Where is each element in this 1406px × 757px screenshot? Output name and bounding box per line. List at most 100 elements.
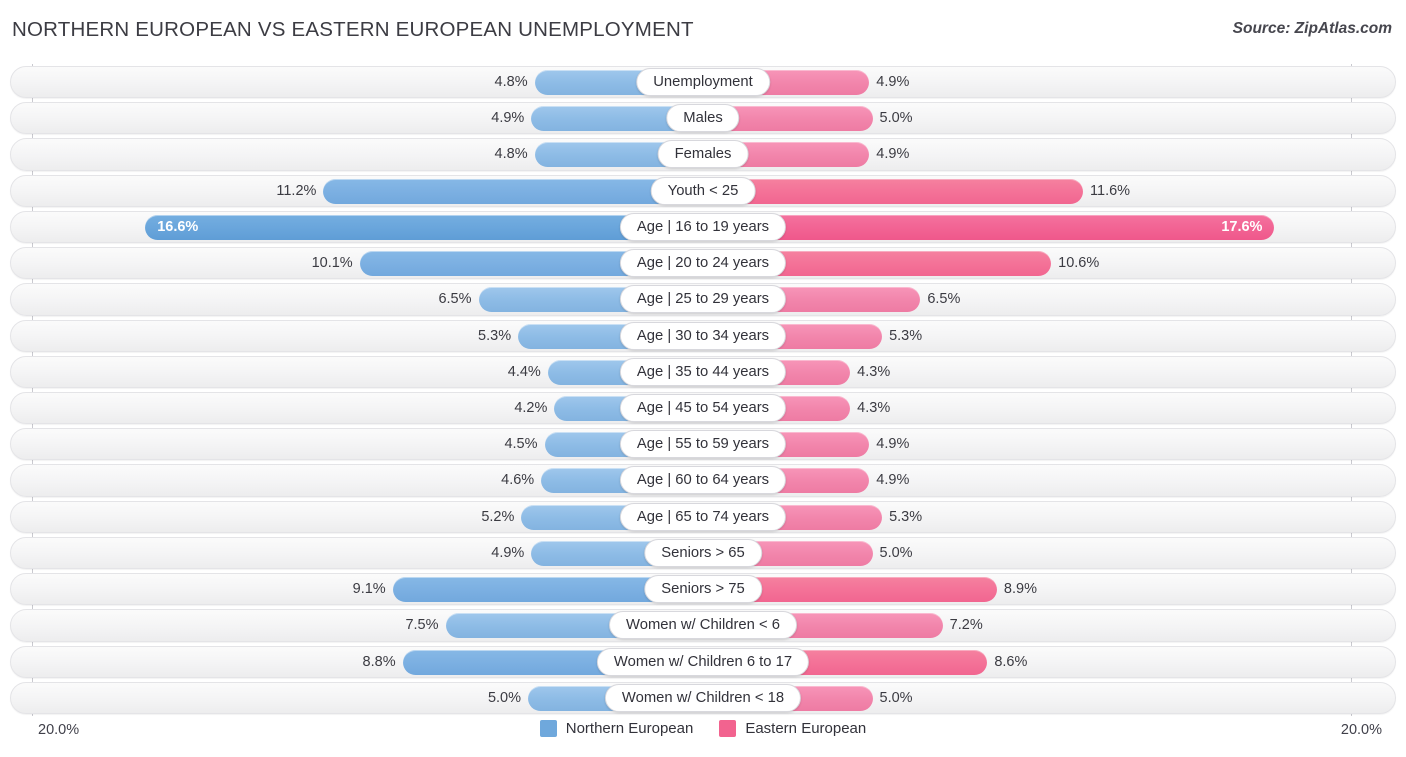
- bar-value-left: 4.9%: [491, 110, 525, 127]
- row-label-pill: Unemployment: [636, 68, 770, 96]
- bar-half-left: 6.5%: [33, 287, 693, 313]
- table-row: 4.5% 4.9% Age | 55 to 59 years: [10, 426, 1396, 462]
- row-label-pill: Age | 65 to 74 years: [619, 502, 787, 531]
- table-row: 5.3% 5.3% Age | 30 to 34 years: [10, 318, 1396, 354]
- row-label-pill: Age | 20 to 24 years: [619, 249, 787, 278]
- bar-value-right: 5.3%: [889, 327, 923, 344]
- bar-value-left: 5.0%: [487, 689, 521, 706]
- bar-value-right: 17.6%: [1221, 218, 1263, 235]
- bar-value-left: 9.1%: [352, 581, 386, 598]
- legend-item[interactable]: Eastern European: [719, 720, 866, 737]
- row-label-pill: Age | 45 to 54 years: [619, 393, 787, 422]
- row-label-pill: Age | 35 to 44 years: [619, 357, 787, 386]
- bar-northern-european[interactable]: 16.6%: [145, 214, 693, 240]
- bar-value-left: 8.8%: [362, 653, 396, 670]
- table-row: 5.2% 5.3% Age | 65 to 74 years: [10, 499, 1396, 535]
- bar-half-left: 4.6%: [33, 468, 693, 494]
- legend-label: Eastern European: [745, 720, 867, 737]
- bar-half-right: 17.6%: [713, 214, 1351, 240]
- bar-half-left: 4.9%: [33, 540, 693, 566]
- bar-half-left: 4.2%: [33, 395, 693, 421]
- bar-value-left: 5.2%: [481, 508, 515, 525]
- bar-half-left: 9.1%: [33, 577, 693, 603]
- bar-half-right: 8.9%: [713, 577, 1351, 603]
- bar-half-right: 4.9%: [713, 70, 1351, 95]
- row-label-pill: Males: [666, 104, 740, 133]
- bar-value-left: 7.5%: [405, 617, 439, 634]
- bar-half-right: 4.9%: [713, 142, 1351, 168]
- bar-value-right: 5.3%: [889, 508, 923, 525]
- bar-value-right: 4.3%: [857, 363, 891, 380]
- bar-half-left: 7.5%: [33, 613, 693, 639]
- chart-legend: Northern European Eastern European: [0, 720, 1406, 737]
- table-row: 4.9% 5.0% Males: [10, 100, 1396, 136]
- bar-value-right: 4.9%: [876, 436, 910, 453]
- table-row: 4.8% 4.9% Unemployment: [10, 64, 1396, 100]
- bar-half-right: 5.0%: [713, 540, 1351, 566]
- table-row: 10.1% 10.6% Age | 20 to 24 years: [10, 245, 1396, 281]
- bar-value-left: 16.6%: [157, 218, 199, 235]
- bar-value-right: 4.9%: [876, 74, 910, 90]
- table-row: 9.1% 8.9% Seniors > 75: [10, 571, 1396, 607]
- row-label-pill: Age | 16 to 19 years: [619, 212, 787, 241]
- bar-half-right: 5.3%: [713, 323, 1351, 349]
- bar-half-right: 11.6%: [713, 178, 1351, 204]
- table-row: 4.8% 4.9% Females: [10, 136, 1396, 172]
- bar-half-left: 4.8%: [33, 70, 693, 95]
- bar-half-left: 11.2%: [33, 178, 693, 204]
- table-row: 16.6% 17.6% Age | 16 to 19 years: [10, 209, 1396, 245]
- row-label-pill: Women w/ Children 6 to 17: [596, 647, 810, 676]
- bar-value-right: 4.9%: [876, 472, 910, 489]
- page-title: NORTHERN EUROPEAN VS EASTERN EUROPEAN UN…: [12, 18, 694, 41]
- bar-eastern-european[interactable]: 17.6%: [713, 214, 1275, 240]
- row-label-pill: Seniors > 65: [644, 538, 762, 567]
- bar-value-left: 4.5%: [504, 436, 538, 453]
- row-label-pill: Age | 60 to 64 years: [619, 466, 787, 495]
- source-attribution: Source: ZipAtlas.com: [1232, 20, 1392, 37]
- legend-label: Northern European: [565, 720, 694, 737]
- row-label-pill: Women w/ Children < 6: [609, 611, 797, 640]
- row-label-pill: Youth < 25: [650, 176, 756, 205]
- bar-value-left: 6.5%: [438, 291, 472, 308]
- bar-value-left: 4.2%: [514, 399, 548, 416]
- bar-half-right: 5.3%: [713, 504, 1351, 530]
- bar-half-right: 4.9%: [713, 468, 1351, 494]
- bar-half-left: 5.0%: [33, 685, 693, 711]
- bar-value-right: 4.9%: [876, 146, 910, 163]
- bar-value-left: 11.2%: [276, 182, 317, 199]
- bar-value-left: 10.1%: [311, 255, 353, 272]
- row-label-pill: Age | 30 to 34 years: [619, 321, 787, 350]
- bar-eastern-european[interactable]: 11.6%: [713, 178, 1130, 204]
- bar-half-right: 5.0%: [713, 106, 1351, 132]
- bar-value-left: 4.8%: [494, 74, 528, 90]
- bar-half-right: 6.5%: [713, 287, 1351, 313]
- bar-half-left: 16.6%: [33, 214, 693, 240]
- table-row: 4.9% 5.0% Seniors > 65: [10, 535, 1396, 571]
- bar-value-left: 5.3%: [478, 327, 512, 344]
- legend-item[interactable]: Northern European: [539, 720, 694, 737]
- row-label-pill: Age | 25 to 29 years: [619, 285, 787, 314]
- bar-value-right: 5.0%: [879, 689, 913, 706]
- bar-northern-european[interactable]: 11.2%: [276, 178, 693, 204]
- row-label-pill: Women w/ Children < 18: [604, 683, 802, 712]
- bar-half-left: 4.9%: [33, 106, 693, 132]
- bar-half-right: 7.2%: [713, 613, 1351, 639]
- table-row: 7.5% 7.2% Women w/ Children < 6: [10, 607, 1396, 643]
- chart-container: NORTHERN EUROPEAN VS EASTERN EUROPEAN UN…: [0, 0, 1406, 757]
- bar-value-right: 8.6%: [994, 653, 1028, 670]
- bar-half-left: 5.2%: [33, 504, 693, 530]
- row-label-pill: Age | 55 to 59 years: [619, 430, 787, 459]
- bar-half-right: 4.3%: [713, 395, 1351, 421]
- bar-value-right: 6.5%: [927, 291, 961, 308]
- table-row: 11.2% 11.6% Youth < 25: [10, 173, 1396, 209]
- bar-value-left: 4.6%: [501, 472, 535, 489]
- row-label-pill: Females: [657, 140, 749, 169]
- plot-area: 4.8% 4.9% Unemployment 4.9% 5.0% Males 4.8% 4.9…: [10, 64, 1396, 716]
- bar-half-left: 5.3%: [33, 323, 693, 349]
- bar-half-right: 10.6%: [713, 251, 1351, 277]
- bar-value-left: 4.8%: [494, 146, 528, 163]
- bar-value-right: 4.3%: [857, 399, 891, 416]
- bar-half-right: 5.0%: [713, 685, 1351, 711]
- legend-swatch-icon: [719, 720, 737, 737]
- bar-value-left: 4.4%: [507, 363, 541, 380]
